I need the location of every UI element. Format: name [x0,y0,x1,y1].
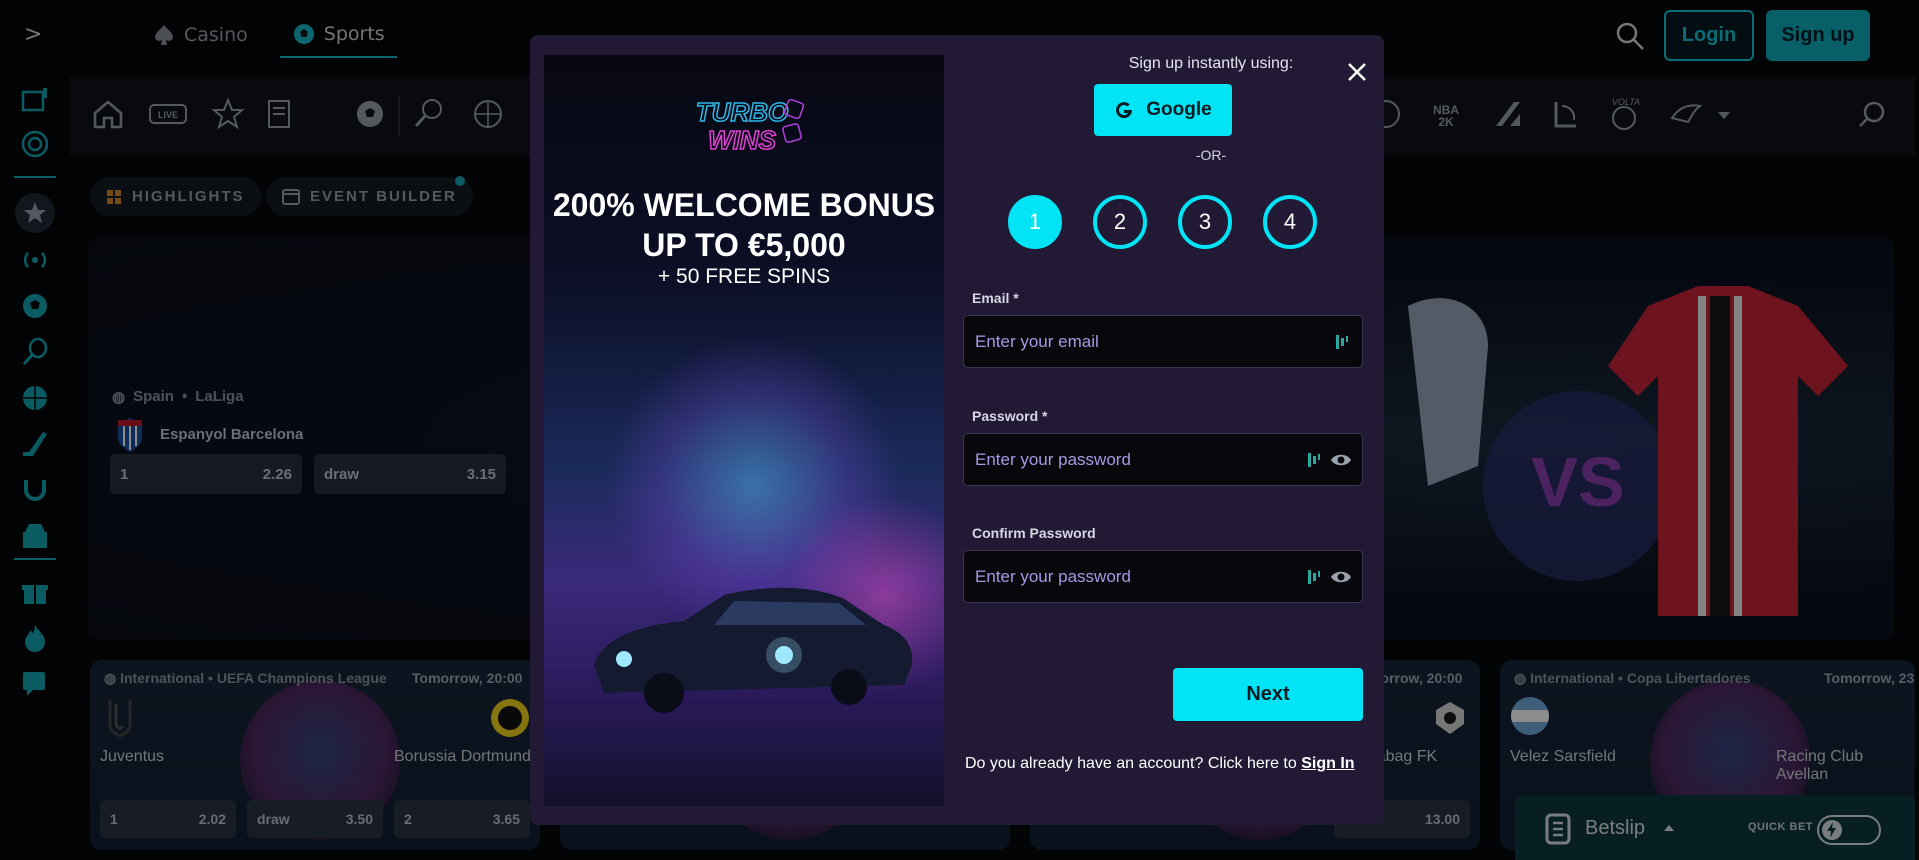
email-field-wrapper [963,315,1363,368]
step-2: 2 [1093,195,1147,249]
password-manager-icon[interactable] [1306,451,1322,469]
svg-text:WINS: WINS [708,125,777,155]
promo-title: 200% WELCOME BONUS UP TO €5,000 [544,185,944,265]
email-label: Email * [972,290,1019,306]
signin-link[interactable]: Sign In [1301,755,1354,772]
password-field-wrapper [963,433,1363,486]
promo-panel: TURBO WINS 200% WELCOME BONUS UP TO €5,0… [544,55,944,806]
muscle-car-art [594,587,913,713]
next-button[interactable]: Next [1173,668,1363,721]
password-input[interactable] [964,434,1284,485]
svg-text:TURBO: TURBO [696,97,788,127]
signin-prompt-text: Do you already have an account? Click he… [965,755,1302,772]
step-4: 4 [1263,195,1317,249]
password-manager-icon[interactable] [1306,568,1322,586]
step-3: 3 [1178,195,1232,249]
or-divider: -OR- [1195,147,1227,163]
close-icon[interactable] [1342,57,1372,87]
promo-title-line1: 200% WELCOME BONUS [552,187,936,223]
eye-icon[interactable] [1330,569,1352,585]
google-label: Google [1146,99,1212,120]
password-manager-icon[interactable] [1334,333,1350,351]
turbo-wins-logo: TURBO WINS [695,96,805,156]
confirm-password-label: Confirm Password [972,525,1096,541]
confirm-password-field-wrapper [963,550,1363,603]
instant-signup-label: Sign up instantly using: [1128,55,1294,72]
email-input[interactable] [964,316,1284,367]
google-signup-button[interactable]: Google [1094,84,1232,136]
eye-icon[interactable] [1330,452,1352,468]
password-label: Password * [972,408,1048,424]
signin-prompt: Do you already have an account? Click he… [965,755,1365,773]
promo-title-line2: UP TO €5,000 [642,227,846,263]
promo-subtitle: + 50 FREE SPINS [657,265,831,288]
confirm-password-input[interactable] [964,551,1284,602]
signup-modal: TURBO WINS 200% WELCOME BONUS UP TO €5,0… [530,35,1384,825]
google-icon [1116,102,1133,119]
step-1: 1 [1008,195,1062,249]
